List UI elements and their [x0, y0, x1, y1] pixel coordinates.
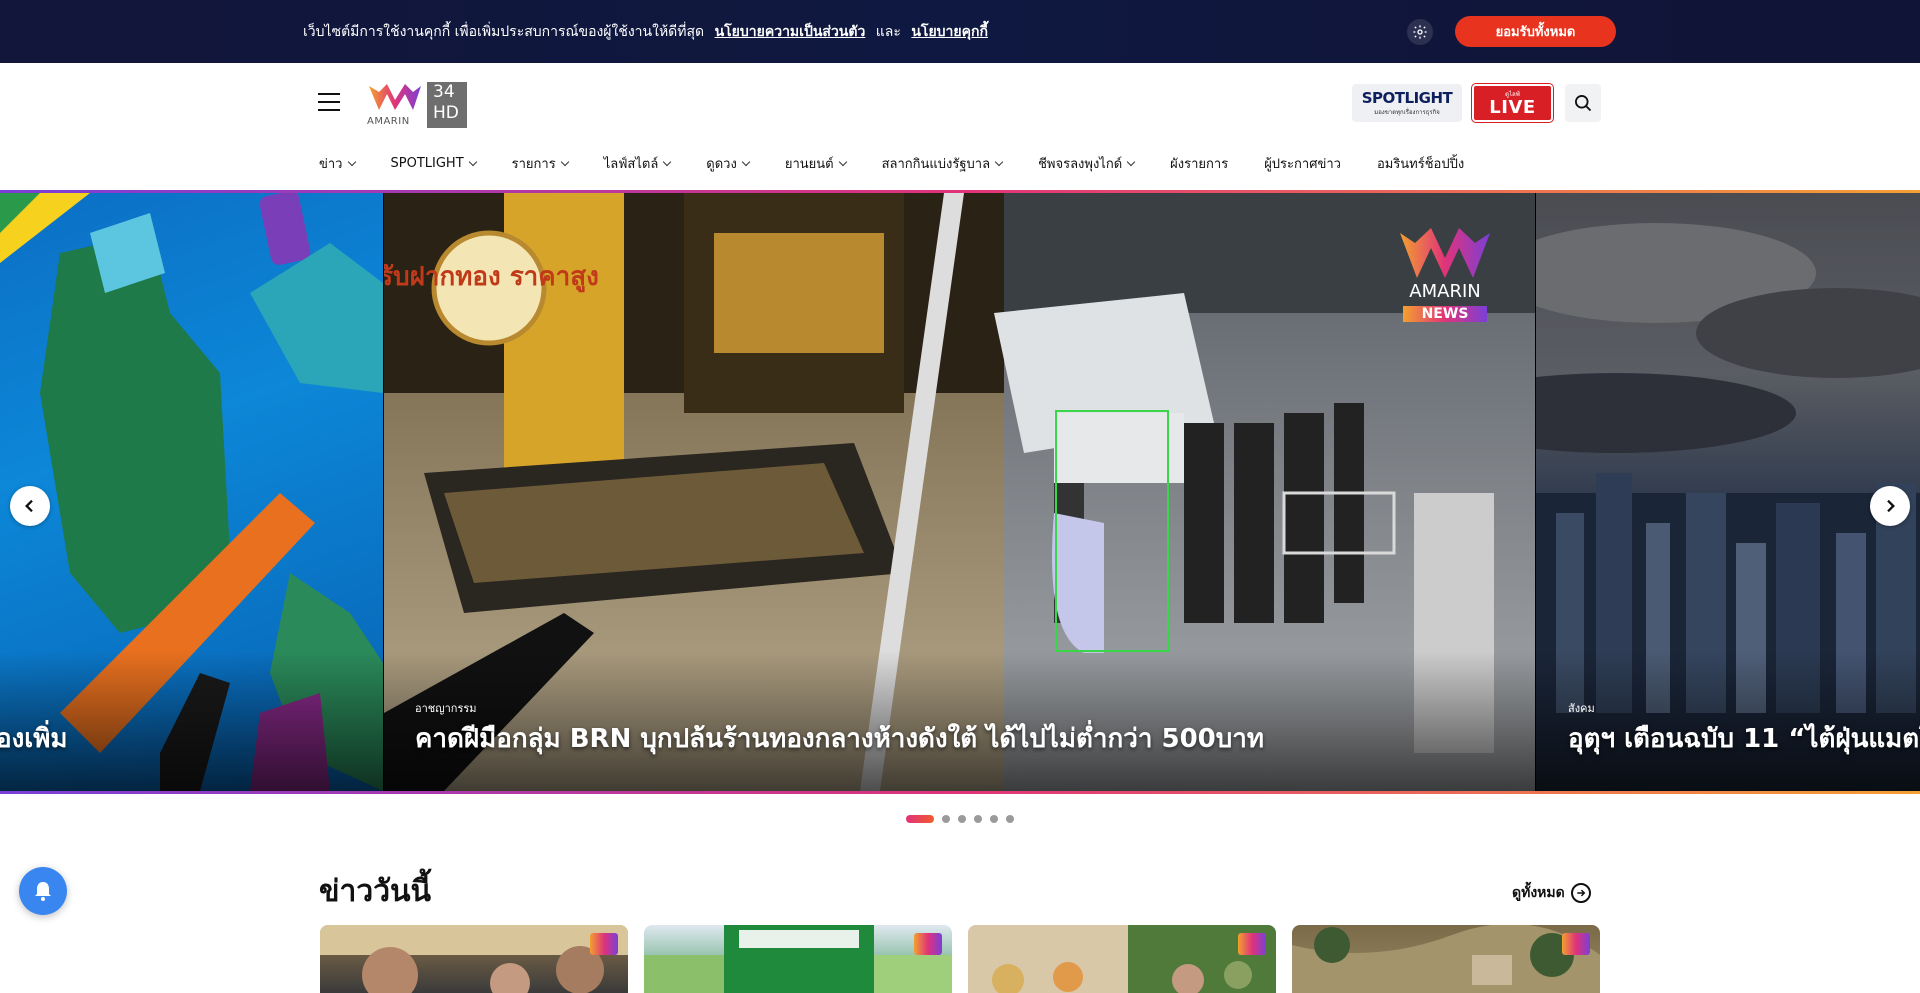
nav-item-9[interactable]: ผังรายการ	[1170, 153, 1228, 174]
slide-previous[interactable]: องเพิ่ม	[0, 193, 383, 791]
slider-dot[interactable]	[974, 815, 982, 823]
main-navigation: ข่าว SPOTLIGHT รายการ ไลฟ์สไตล์ ดูดวง ยานยนต์…	[319, 153, 1464, 173]
amarin-news-watermark-small	[590, 933, 618, 955]
amarin-news-watermark-small	[914, 933, 942, 955]
accept-all-cookies-button[interactable]: ยอมรับทั้งหมด	[1455, 16, 1616, 47]
cookie-policy-link[interactable]: นโยบายคุกกี้	[911, 24, 988, 40]
slider-dot[interactable]	[958, 815, 966, 823]
see-all-label: ดูทั้งหมด	[1512, 885, 1565, 901]
news-card[interactable]	[968, 925, 1276, 993]
chevron-down-icon	[347, 157, 356, 166]
slide-next-title: อุตุฯ เตือนฉบับ 11 “ไต้ฝุ่นแมตโม	[1568, 724, 1920, 754]
slide-next-category: สังคม	[1568, 702, 1595, 715]
search-button[interactable]	[1565, 84, 1601, 122]
cookie-and-text: และ	[875, 24, 901, 40]
slide-previous-title: องเพิ่ม	[0, 724, 68, 754]
nav-item-label: ข่าว	[319, 156, 343, 172]
nav-item-label: ชีพจรลงพุงไกด์	[1038, 156, 1123, 172]
news-card[interactable]	[320, 925, 628, 993]
slide-current[interactable]: รับฝากทอง ราคาสูง AMARIN NEWS อาชญากรรม …	[384, 193, 1535, 791]
chevron-down-icon	[468, 157, 477, 166]
slider-dot[interactable]	[942, 815, 950, 823]
live-label: LIVE	[1489, 97, 1536, 118]
nav-item-label: ไลฟ์สไตล์	[603, 156, 659, 172]
see-all-link[interactable]: ดูทั้งหมด	[1512, 882, 1591, 904]
chevron-down-icon	[994, 157, 1004, 166]
slider-next-button[interactable]	[1870, 486, 1910, 526]
spotlight-tagline: มองขาดทุกเรื่องการธุรกิจ	[1374, 109, 1440, 116]
nav-item-label: SPOTLIGHT	[390, 155, 464, 171]
nav-item-2[interactable]: SPOTLIGHT	[390, 155, 477, 171]
nav-item-6[interactable]: ยานยนต์	[784, 153, 847, 174]
channel-number: 34	[433, 82, 455, 102]
chevron-down-icon	[560, 157, 569, 166]
watermark-brand: AMARIN	[1409, 281, 1481, 302]
logo-wordmark: AMARIN	[367, 116, 410, 127]
slider-dot[interactable]	[906, 815, 934, 823]
nav-item-label: ผู้ประกาศข่าว	[1264, 156, 1341, 172]
menu-icon[interactable]	[318, 93, 340, 111]
amarin-news-watermark-small	[1562, 933, 1590, 955]
nav-item-11[interactable]: อมรินทร์ช็อปปิ้ง	[1377, 153, 1464, 174]
watermark-news: NEWS	[1403, 306, 1487, 322]
chevron-right-icon	[1887, 499, 1895, 513]
notification-bell-button[interactable]	[19, 867, 67, 915]
nav-item-label: สลากกินแบ่งรัฐบาล	[881, 156, 991, 172]
spotlight-title: SPOTLIGHT	[1361, 89, 1453, 107]
slide-next[interactable]: สังคม อุตุฯ เตือนฉบับ 11 “ไต้ฝุ่นแมตโม	[1536, 193, 1920, 791]
chevron-down-icon	[838, 157, 847, 166]
privacy-policy-link[interactable]: นโยบายความเป็นส่วนตัว	[715, 24, 866, 40]
nav-item-5[interactable]: ดูดวง	[706, 153, 751, 174]
slider-prev-button[interactable]	[10, 486, 50, 526]
chevron-down-icon	[741, 157, 751, 166]
nav-item-4[interactable]: ไลฟ์สไตล์	[603, 153, 672, 174]
news-card[interactable]	[644, 925, 952, 993]
live-tv-button[interactable]: ดูไลฟ์ LIVE	[1472, 84, 1553, 122]
nav-item-3[interactable]: รายการ	[511, 153, 569, 174]
slide-current-category[interactable]: อาชญากรรม	[415, 699, 477, 717]
nav-item-10[interactable]: ผู้ประกาศข่าว	[1264, 153, 1341, 174]
channel-hd: HD	[433, 103, 459, 123]
search-icon	[1575, 95, 1592, 112]
cookie-settings-button[interactable]	[1407, 19, 1433, 45]
hero-slider: องเพิ่ม รับฝากทอง ราคาสูง AMARIN NEWS อา…	[0, 190, 1920, 794]
gear-icon	[1413, 25, 1427, 39]
nav-item-7[interactable]: สลากกินแบ่งรัฐบาล	[881, 153, 1004, 174]
site-header: AMARIN 34 HD SPOTLIGHT มองขาดทุกเรื่องกา…	[0, 63, 1920, 190]
today-news-cards	[320, 925, 1600, 993]
amarin-news-watermark: AMARIN NEWS	[1395, 223, 1495, 333]
bell-icon	[35, 882, 51, 901]
cookie-message-text: เว็บไซต์มีการใช้งานคุกกี้ เพื่อเพิ่มประส…	[303, 24, 705, 40]
slider-dot[interactable]	[1006, 815, 1014, 823]
nav-item-label: ดูดวง	[706, 156, 737, 172]
nav-item-1[interactable]: ข่าว	[319, 153, 356, 174]
nav-item-label: ยานยนต์	[784, 156, 834, 172]
shop-sign-text: รับฝากทอง ราคาสูง	[384, 262, 599, 293]
cookie-consent-bar: เว็บไซต์มีการใช้งานคุกกี้ เพื่อเพิ่มประส…	[0, 0, 1920, 63]
spotlight-banner-link[interactable]: SPOTLIGHT มองขาดทุกเรื่องการธุรกิจ	[1352, 84, 1462, 122]
chevron-down-icon	[1126, 157, 1136, 166]
news-card[interactable]	[1292, 925, 1600, 993]
today-news-heading: ข่าววันนี้	[319, 874, 432, 909]
nav-item-label: ผังรายการ	[1170, 156, 1229, 172]
chevron-down-icon	[663, 157, 672, 166]
arrow-right-circle-icon	[1570, 883, 1591, 903]
slide-current-title[interactable]: คาดฝีมือกลุ่ม BRN บุกปล้นร้านทองกลางห้าง…	[415, 718, 1264, 759]
amarin-tv-logo[interactable]: AMARIN 34 HD	[367, 80, 469, 130]
nav-item-label: อมรินทร์ช็อปปิ้ง	[1376, 156, 1465, 172]
nav-item-8[interactable]: ชีพจรลงพุงไกด์	[1038, 153, 1136, 174]
slider-dot[interactable]	[990, 815, 998, 823]
slider-pagination	[906, 814, 1014, 824]
amarin-news-watermark-small	[1238, 933, 1266, 955]
cookie-message: เว็บไซต์มีการใช้งานคุกกี้ เพื่อเพิ่มประส…	[303, 21, 988, 43]
nav-item-label: รายการ	[511, 156, 556, 172]
chevron-left-icon	[25, 499, 33, 513]
